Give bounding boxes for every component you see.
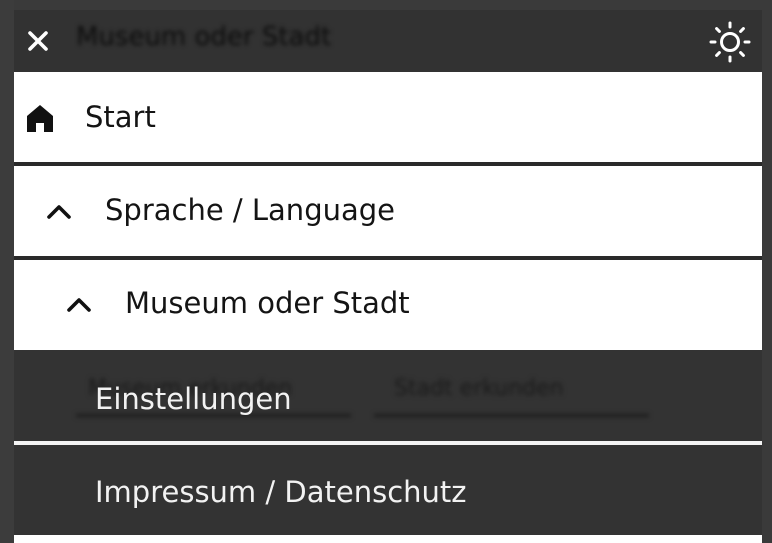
menu-item-label: Impressum / Datenschutz [95, 475, 467, 509]
close-button[interactable] [24, 27, 52, 55]
menu-item-language[interactable]: Sprache / Language [14, 166, 762, 256]
menu-header: Museum oder Stadt [14, 10, 762, 72]
navigation-menu: Museum oder Stadt Start Sprache / Langua… [14, 10, 762, 543]
menu-item-label: Einstellungen [95, 382, 292, 416]
blurred-page-title: Museum oder Stadt [76, 22, 332, 52]
theme-toggle-button[interactable] [708, 20, 752, 64]
menu-item-next[interactable] [14, 535, 762, 543]
home-icon [27, 105, 53, 132]
blurred-underline [374, 414, 649, 417]
menu-item-start[interactable]: Start [14, 72, 762, 162]
background-strip [0, 0, 14, 543]
menu-item-label: Museum oder Stadt [125, 286, 410, 320]
menu-item-settings[interactable]: Museum erkunden Stadt erkunden Einstellu… [14, 350, 762, 441]
chevron-up-icon [67, 298, 91, 312]
blurred-link: Stadt erkunden [394, 376, 564, 401]
close-icon [28, 31, 48, 51]
sun-icon [709, 21, 751, 63]
menu-item-label: Start [85, 100, 156, 134]
chevron-up-icon [47, 205, 71, 219]
menu-item-museum-or-city[interactable]: Museum oder Stadt [14, 260, 762, 350]
menu-item-label: Sprache / Language [105, 193, 395, 227]
menu-item-imprint[interactable]: Impressum / Datenschutz [14, 445, 762, 535]
